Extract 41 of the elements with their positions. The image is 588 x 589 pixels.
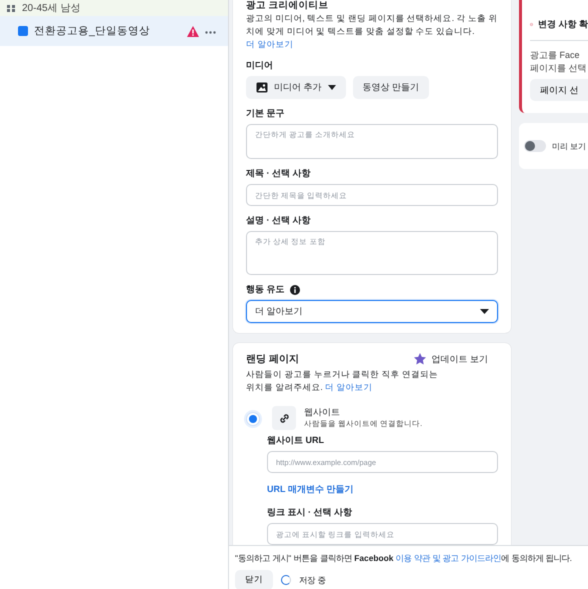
preview-label: 미리 보기: [552, 140, 586, 152]
close-button[interactable]: 닫기: [235, 570, 273, 589]
link-icon: [272, 406, 296, 430]
saving-status: 저장 중: [299, 574, 326, 586]
radio-button[interactable]: [246, 412, 260, 426]
preview-toggle[interactable]: [524, 140, 546, 152]
select-page-button[interactable]: 페이지 선: [530, 79, 588, 101]
view-updates-button[interactable]: 업데이트 보기: [414, 352, 498, 366]
field-label: 기본 문구: [246, 107, 286, 120]
add-media-button[interactable]: 미디어 추가: [246, 76, 346, 99]
field-label: 제목 · 선택 사항: [246, 167, 312, 180]
create-video-button[interactable]: 동영상 만들기: [352, 76, 430, 99]
star-icon: [414, 353, 426, 365]
field-label: 링크 표시 · 선택 사항: [267, 506, 353, 519]
option-title: 웹사이트: [304, 406, 341, 419]
ad-set-icon: [6, 3, 16, 13]
field-label: 설명 · 선택 사항: [246, 214, 312, 227]
field-label: 미디어: [246, 59, 274, 72]
terms-notice: "동의하고 게시" 버튼을 클릭하면 Facebook 이용 약관 및 광고 가이드라인에 동의하게 됩니다.: [235, 553, 573, 564]
section-title: 랜딩 페이지: [246, 353, 299, 366]
create-url-parameters-link[interactable]: URL 매개변수 만들기: [267, 483, 354, 496]
section-description: 광고의 미디어, 텍스트 및 랜딩 페이지를 선택하세요. 각 노출 위치에 맞게 미디어 및 텍스트를 맞춤 설정할 수도 있습니다. 더 알아보기: [246, 12, 498, 51]
caret-icon: [328, 85, 336, 90]
ad-list-item[interactable]: 전환공고용_단일동영상: [0, 16, 228, 46]
ad-name: 전환공고용_단일동영상: [34, 24, 151, 38]
field-label: 행동 유도: [246, 283, 285, 296]
learn-more-link[interactable]: 더 알아보기: [325, 382, 373, 392]
alert-title: 변경 사항 확: [538, 18, 588, 31]
field-label: 웹사이트 URL: [267, 434, 325, 447]
image-icon: [256, 82, 268, 93]
learn-more-link[interactable]: 더 알아보기: [246, 39, 294, 49]
info-icon: [290, 284, 300, 294]
terms-link[interactable]: 이용 약관 및 광고 가이드라인: [396, 553, 502, 563]
section-title: 광고 크리에이티브: [246, 0, 330, 11]
alert-text: 페이지를 선택: [530, 62, 588, 75]
ad-icon: [18, 26, 28, 36]
spinner-icon: [281, 575, 291, 585]
caret-icon: [480, 309, 489, 314]
section-description: 사람들이 광고를 누르거나 클릭한 직후 연결되는 위치를 알려주세요. 더 알아보기: [246, 368, 439, 394]
dropdown[interactable]: 더 알아보기: [246, 300, 498, 323]
alert-text: 광고를 Face: [530, 49, 581, 62]
